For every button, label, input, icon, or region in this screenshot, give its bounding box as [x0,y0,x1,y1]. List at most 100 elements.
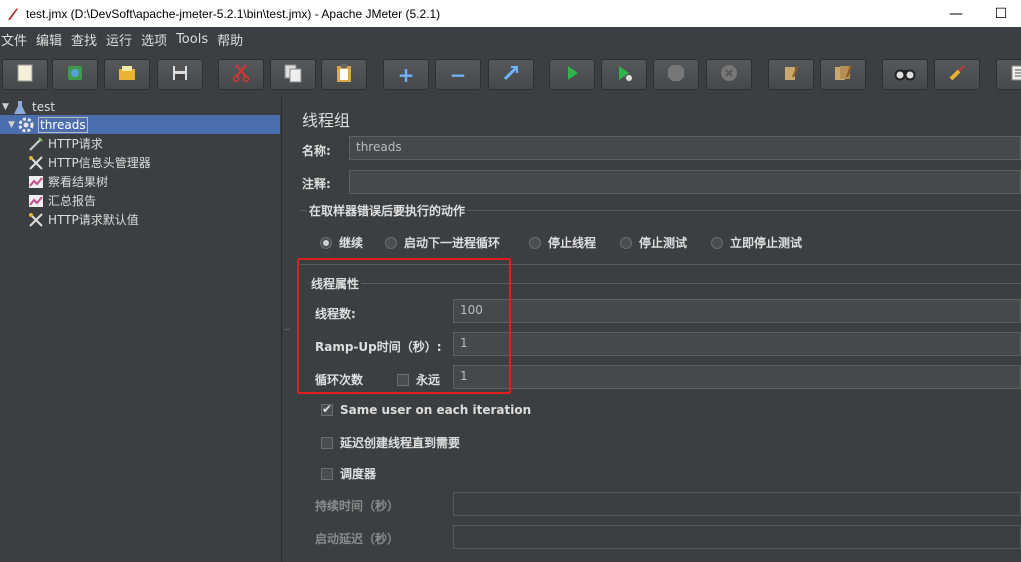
start-icon [562,63,582,86]
expand-icon: + [397,62,415,87]
templates-button[interactable] [52,59,98,90]
tree-item-label: HTTP请求 [48,137,103,151]
tree-item-http-request[interactable]: HTTP请求 [28,134,103,153]
tree-item-summary-report[interactable]: 汇总报告 [28,191,96,210]
startup-delay-input[interactable] [453,525,1021,549]
tree-item-label: test [32,99,56,114]
radio-dot-icon [711,236,723,249]
search-button[interactable] [882,59,928,90]
error-action-group-title: 在取样器错误后要执行的动作 [307,202,468,219]
paste-button[interactable] [321,59,367,90]
checkbox-icon [321,402,333,416]
page-title: 线程组 [302,111,351,130]
minimize-button[interactable]: — [933,0,979,27]
function-helper-button[interactable] [996,59,1021,90]
menu-help[interactable]: 帮助 [216,30,248,49]
expand-arrow-icon: ▼ [8,119,15,130]
reset-search-icon [947,63,967,86]
listener-icon [28,174,44,190]
shutdown-button[interactable] [706,59,752,90]
clear-all-icon [833,63,853,86]
cut-button[interactable] [218,59,264,90]
duration-input[interactable] [453,492,1021,516]
copy-icon [283,63,303,86]
radio-label: 立即停止测试 [730,236,803,250]
checkbox-label: 调度器 [340,467,377,481]
expand-all-button[interactable]: + [383,59,429,90]
delay-thread-creation-checkbox[interactable]: 延迟创建线程直到需要 [321,434,460,451]
radio-stop-test-now[interactable]: 立即停止测试 [711,234,802,251]
forever-checkbox[interactable]: 永远 [397,371,440,388]
split-pane-divider[interactable]: ⁞ [283,97,292,562]
save-button[interactable] [157,59,203,90]
startup-delay-label: 启动延迟（秒） [315,532,400,546]
tree-item-label: HTTP信息头管理器 [48,156,151,170]
thread-group-icon [18,117,34,133]
new-button[interactable] [2,59,48,90]
tree-item-label: 察看结果树 [48,175,109,189]
radio-dot-icon [385,236,397,249]
group-border [308,283,1021,284]
toggle-button[interactable] [488,59,534,90]
window-title-bar: test.jmx (D:\DevSoft\apache-jmeter-5.2.1… [0,0,1021,27]
radio-stop-thread[interactable]: 停止线程 [529,234,596,251]
comment-label: 注释: [302,177,331,191]
maximize-button[interactable]: ☐ [978,0,1021,27]
window-title: test.jmx (D:\DevSoft\apache-jmeter-5.2.1… [26,6,441,21]
clear-button[interactable] [768,59,814,90]
clear-all-button[interactable] [820,59,866,90]
duration-label: 持续时间（秒） [315,499,400,513]
tree-item-view-results-tree[interactable]: 察看结果树 [28,172,108,191]
stop-button[interactable] [653,59,699,90]
tree-item-header-manager[interactable]: HTTP信息头管理器 [28,153,151,172]
group-border [300,264,1021,265]
paste-icon [334,63,354,86]
same-user-checkbox[interactable]: Same user on each iteration [321,402,532,417]
toolbar: + − [0,51,1021,97]
search-icon [894,63,916,86]
start-no-pauses-button[interactable] [601,59,647,90]
test-plan-icon [12,99,28,115]
tree-item-label: threads [38,116,88,133]
menu-search[interactable]: 查找 [70,30,102,49]
name-input[interactable]: threads [349,136,1021,160]
rampup-input[interactable]: 1 [453,332,1021,356]
radio-stop-test[interactable]: 停止测试 [620,234,687,251]
open-button[interactable] [104,59,150,90]
menu-bar: 文件 编辑 查找 运行 选项 Tools 帮助 [0,27,1021,51]
checkbox-label: Same user on each iteration [340,403,532,417]
checkbox-icon [397,373,409,386]
menu-options[interactable]: 选项 [140,30,172,49]
thread-count-input[interactable]: 100 [453,299,1021,323]
reset-search-button[interactable] [934,59,980,90]
start-button[interactable] [549,59,595,90]
scheduler-checkbox[interactable]: 调度器 [321,465,376,482]
radio-continue[interactable]: 继续 [320,234,363,251]
save-icon [170,63,190,86]
expand-arrow-icon: ▼ [2,101,9,112]
config-icon [28,155,44,171]
name-label: 名称: [302,144,331,158]
tree-item-http-defaults[interactable]: HTTP请求默认值 [28,210,139,229]
tree-item-threads[interactable]: ▼ threads [0,115,280,134]
radio-label: 停止线程 [548,236,597,250]
menu-edit[interactable]: 编辑 [35,30,67,49]
function-helper-icon [1009,63,1021,86]
radio-start-next-loop[interactable]: 启动下一进程循环 [385,234,500,251]
shutdown-icon [719,63,739,86]
listener-icon [28,193,44,209]
menu-run[interactable]: 运行 [105,30,137,49]
tree-item-test[interactable]: ▼ test [2,97,280,116]
copy-button[interactable] [270,59,316,90]
loop-count-input[interactable]: 1 [453,365,1021,389]
checkbox-label: 延迟创建线程直到需要 [340,436,461,450]
collapse-all-button[interactable]: − [435,59,481,90]
radio-label: 继续 [339,236,364,250]
menu-file[interactable]: 文件 [0,30,32,49]
thread-count-label: 线程数: [315,307,356,321]
cut-icon [231,63,251,86]
comment-input[interactable] [349,170,1021,194]
menu-tools[interactable]: Tools [175,32,213,47]
tree-item-label: 汇总报告 [48,194,97,208]
test-plan-tree: ▼ test ▼ threads HTTP请求 HTTP信息头管理器 察看结果树 [0,97,282,562]
